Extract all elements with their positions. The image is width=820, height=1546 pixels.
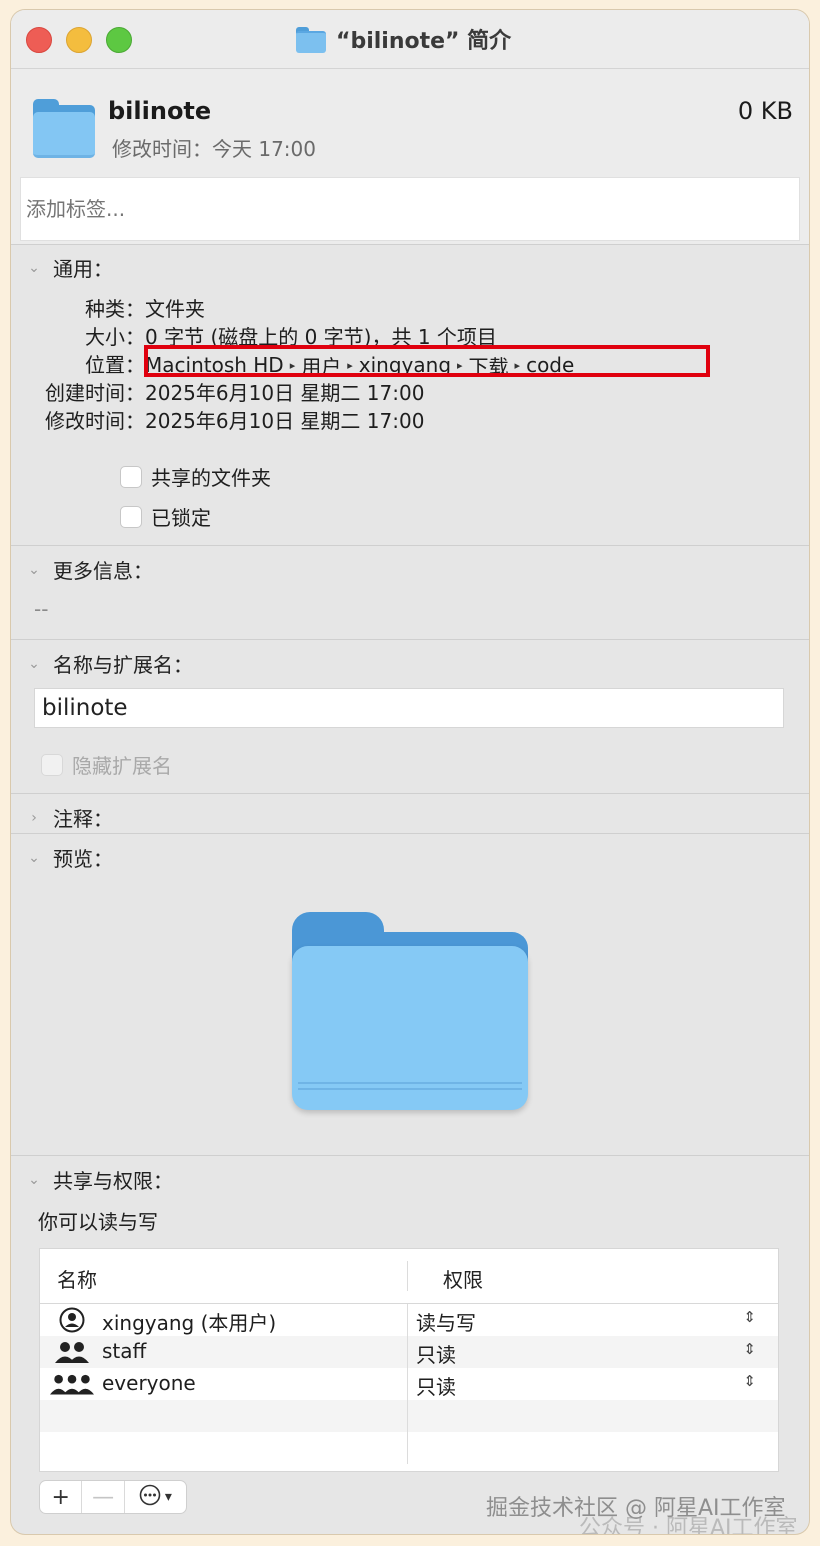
permission-note: 你可以读与写 <box>38 1210 158 1234</box>
hide-extension-row: 隐藏扩展名 <box>41 750 172 779</box>
file-name: bilinote <box>108 97 212 125</box>
locked-checkbox[interactable] <box>120 505 142 528</box>
watermark-secondary: 公众号 · 阿星AI工作室 <box>579 1516 798 1534</box>
row-name: xingyang (本用户) <box>102 1311 277 1335</box>
kind-value: 文件夹 <box>145 297 205 321</box>
group-icon <box>50 1338 94 1366</box>
row-privilege[interactable]: 只读 <box>416 1371 456 1400</box>
permissions-table: 名称 权限 xingyang (本用户) 读与写 ⇕ staff 只读 ⇕ ev… <box>39 1248 779 1472</box>
table-header: 名称 权限 <box>40 1249 778 1304</box>
stepper-icon[interactable]: ⇕ <box>743 1308 756 1326</box>
file-size: 0 KB <box>737 97 793 125</box>
divider <box>11 244 809 245</box>
chevron-right-icon: › <box>31 809 37 826</box>
where-label: 位置： <box>85 353 145 377</box>
more-info-value: -- <box>34 597 49 621</box>
title-bar: “bilinote” 简介 <box>11 10 809 69</box>
everyone-icon <box>50 1370 94 1398</box>
row-name: staff <box>102 1339 147 1363</box>
name-ext-heading: 名称与扩展名： <box>53 653 193 677</box>
chevron-down-icon: ⌄ <box>28 259 40 276</box>
action-menu-button[interactable]: ▾ <box>125 1481 186 1513</box>
column-privilege[interactable]: 权限 <box>443 1264 483 1293</box>
name-field[interactable] <box>34 688 784 728</box>
row-privilege[interactable]: 读与写 <box>416 1307 476 1336</box>
zoom-button[interactable] <box>106 27 132 53</box>
comments-heading: 注释： <box>53 807 113 831</box>
ellipsis-circle-icon <box>139 1484 161 1511</box>
divider <box>11 639 809 640</box>
name-ext-section-header[interactable]: ⌄ 名称与扩展名： <box>25 649 193 678</box>
divider <box>11 545 809 546</box>
shared-folder-checkbox-row[interactable]: 共享的文件夹 <box>120 462 271 491</box>
general-heading: 通用： <box>53 257 113 281</box>
modified-value: 2025年6月10日 星期二 17:00 <box>145 409 425 433</box>
hide-extension-checkbox <box>41 753 63 776</box>
chevron-down-icon: ▾ <box>164 1489 172 1505</box>
preview-section-header[interactable]: ⌄ 预览： <box>25 843 113 872</box>
modified-row: 修改时间：2025年6月10日 星期二 17:00 <box>11 405 424 434</box>
table-row-empty <box>40 1432 778 1464</box>
comments-section-header[interactable]: › 注释： <box>25 803 113 832</box>
locked-label: 已锁定 <box>151 506 211 530</box>
remove-user-button[interactable]: — <box>82 1481 125 1513</box>
divider <box>11 793 809 794</box>
divider <box>11 833 809 834</box>
info-header: bilinote 0 KB 修改时间：今天 17:00 <box>11 69 809 244</box>
shared-folder-checkbox[interactable] <box>120 465 142 488</box>
chevron-down-icon: ⌄ <box>28 849 40 866</box>
table-row[interactable]: xingyang (本用户) 读与写 ⇕ <box>40 1304 778 1336</box>
chevron-down-icon: ⌄ <box>28 1171 40 1188</box>
minimize-button[interactable] <box>66 27 92 53</box>
more-info-heading: 更多信息： <box>53 559 153 583</box>
info-window: “bilinote” 简介 bilinote 0 KB 修改时间：今天 17:0… <box>11 10 809 1534</box>
more-info-section-header[interactable]: ⌄ 更多信息： <box>25 555 153 584</box>
chevron-down-icon: ⌄ <box>28 655 40 672</box>
created-row: 创建时间：2025年6月10日 星期二 17:00 <box>11 377 424 406</box>
divider <box>11 1155 809 1156</box>
general-section-header[interactable]: ⌄ 通用： <box>25 253 113 282</box>
table-row-empty <box>40 1400 778 1432</box>
created-value: 2025年6月10日 星期二 17:00 <box>145 381 425 405</box>
modified-label: 修改时间： <box>45 409 145 433</box>
table-row[interactable]: everyone 只读 ⇕ <box>40 1368 778 1400</box>
folder-preview-icon <box>292 912 528 1112</box>
sharing-heading: 共享与权限： <box>53 1169 173 1193</box>
shared-folder-label: 共享的文件夹 <box>151 466 271 490</box>
chevron-down-icon: ⌄ <box>28 561 40 578</box>
size-label: 大小： <box>85 325 145 349</box>
locked-checkbox-row[interactable]: 已锁定 <box>120 502 211 531</box>
row-privilege[interactable]: 只读 <box>416 1339 456 1368</box>
kind-label: 种类： <box>85 297 145 321</box>
row-name: everyone <box>102 1371 196 1395</box>
created-label: 创建时间： <box>45 381 145 405</box>
highlight-box <box>144 345 710 377</box>
close-button[interactable] <box>26 27 52 53</box>
folder-icon <box>296 27 326 53</box>
window-title-text: “bilinote” 简介 <box>336 29 512 54</box>
tags-input[interactable] <box>20 177 800 241</box>
stepper-icon[interactable]: ⇕ <box>743 1340 756 1358</box>
user-circle-icon <box>50 1306 94 1334</box>
kind-row: 种类：文件夹 <box>11 293 205 322</box>
sharing-section-header[interactable]: ⌄ 共享与权限： <box>25 1165 173 1194</box>
preview-heading: 预览： <box>53 847 113 871</box>
table-row[interactable]: staff 只读 ⇕ <box>40 1336 778 1368</box>
stepper-icon[interactable]: ⇕ <box>743 1372 756 1390</box>
window-title: “bilinote” 简介 <box>296 22 511 56</box>
hide-extension-label: 隐藏扩展名 <box>72 754 172 778</box>
add-user-button[interactable]: + <box>40 1481 83 1513</box>
column-name[interactable]: 名称 <box>57 1264 97 1293</box>
modified-time: 修改时间：今天 17:00 <box>112 137 316 161</box>
permissions-toolbar: + — ▾ <box>39 1480 187 1514</box>
folder-icon <box>33 99 95 158</box>
